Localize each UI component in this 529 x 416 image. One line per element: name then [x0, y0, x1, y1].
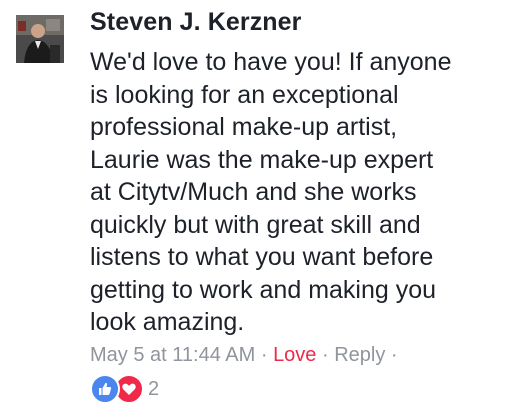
- avatar-photo: [16, 15, 64, 63]
- separator-dot: ·: [316, 344, 335, 366]
- separator-dot: ·: [255, 344, 274, 366]
- like-icon: [90, 374, 120, 404]
- reaction-summary[interactable]: 2: [90, 374, 159, 404]
- avatar[interactable]: [16, 15, 64, 63]
- separator-dot: ·: [385, 344, 398, 366]
- comment-meta: May 5 at 11:44 AM · Love · Reply ·: [90, 344, 398, 367]
- comment-text: We'd love to have you! If anyone is look…: [90, 48, 452, 336]
- timestamp[interactable]: May 5 at 11:44 AM: [90, 344, 255, 366]
- comment: Steven J. Kerzner We'd love to have you!…: [0, 0, 529, 416]
- reply-button[interactable]: Reply: [334, 344, 385, 366]
- author-name[interactable]: Steven J. Kerzner: [90, 8, 302, 37]
- reaction-count: 2: [148, 377, 160, 400]
- love-reaction-button[interactable]: Love: [273, 344, 316, 366]
